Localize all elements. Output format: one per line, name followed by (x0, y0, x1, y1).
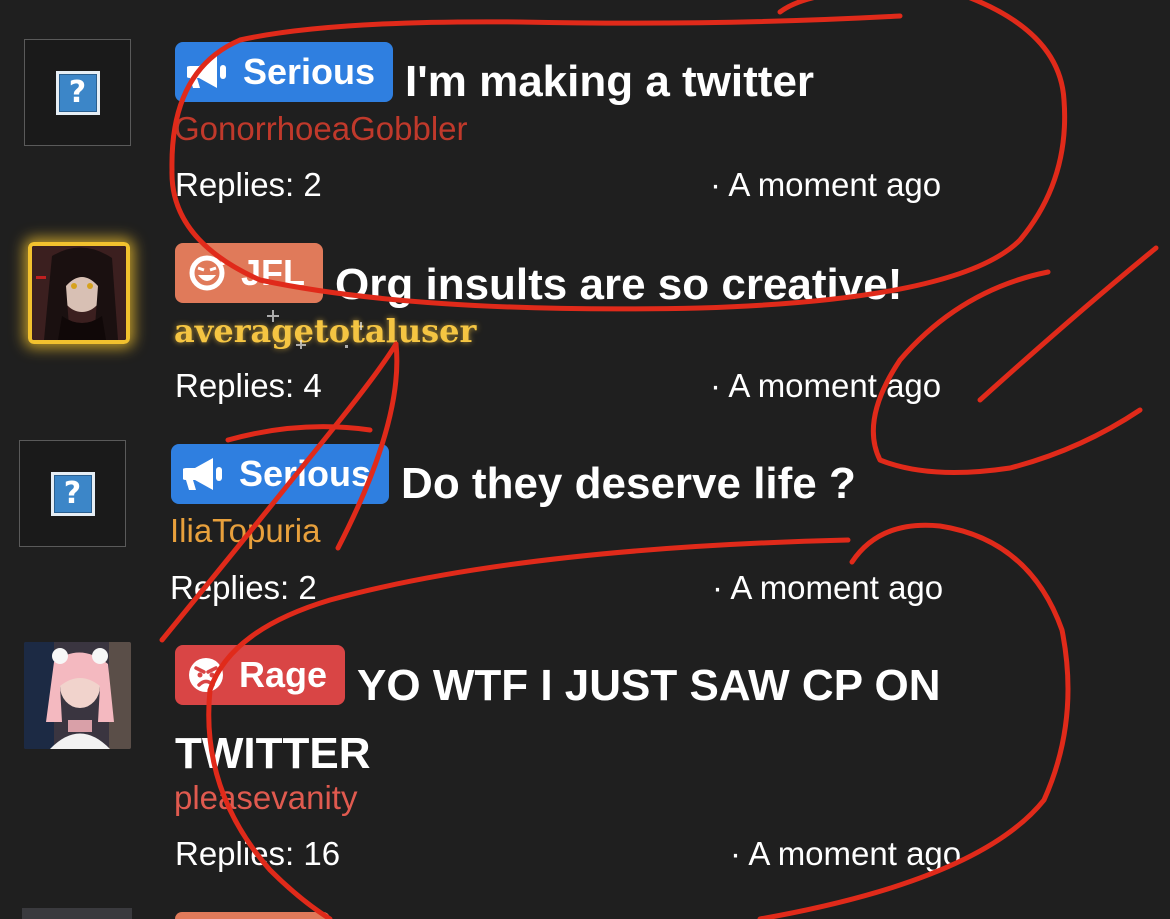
angry-face-icon (187, 656, 225, 694)
thread-row-cut-bottom (22, 908, 132, 919)
thread-title-line[interactable]: Rage YO WTF I JUST SAW CP ON TWITTER (175, 645, 1020, 788)
thread-timestamp: · A moment ago (730, 835, 962, 872)
thread-author[interactable]: pleasevanity (174, 779, 357, 817)
tag-cut-bottom (175, 912, 330, 919)
thread-row[interactable]: Rage YO WTF I JUST SAW CP ON TWITTER ple… (0, 0, 1170, 900)
thread-list: ? Serious I'm making a twitter Gonorrhoe… (0, 0, 1170, 919)
reply-count: Replies: 16 (175, 835, 341, 872)
tag-rage[interactable]: Rage (175, 645, 346, 705)
avatar-image (24, 642, 131, 749)
tag-label: Rage (239, 654, 328, 695)
avatar[interactable] (24, 642, 131, 749)
